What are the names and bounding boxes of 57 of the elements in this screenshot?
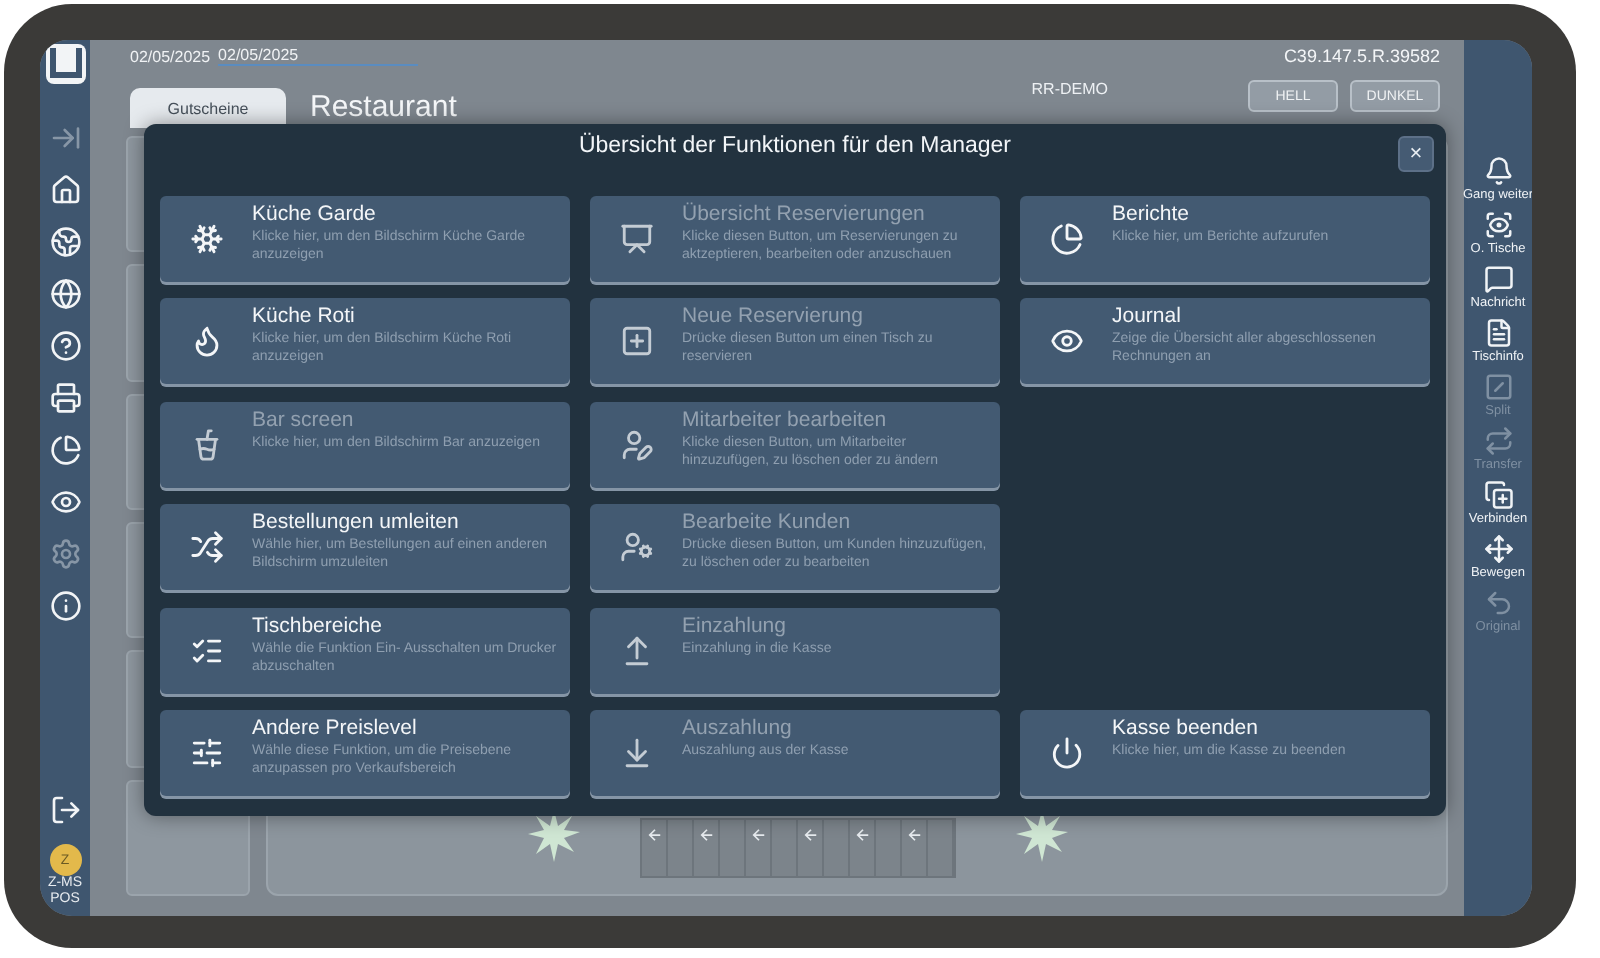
move-icon <box>1483 534 1513 564</box>
card-title: Journal <box>1112 304 1183 328</box>
slash-icon <box>1483 372 1513 402</box>
card-title: Bearbeite Kunden <box>682 510 853 534</box>
arrow-left-icon <box>855 828 869 842</box>
arrow-left-icon <box>751 828 765 842</box>
tab[interactable]: Gutscheine <box>130 88 286 128</box>
logout-icon[interactable] <box>49 794 81 826</box>
eye-icon[interactable] <box>49 486 81 518</box>
card-title: Kasse beenden <box>1112 716 1260 740</box>
dialog-title: Übersicht der Funktionen für den Manager <box>578 134 1012 159</box>
pie-chart-icon <box>1049 221 1083 255</box>
bell-icon <box>1483 156 1513 186</box>
copy-plus-icon <box>1483 480 1513 510</box>
date-from: 02/05/2025 <box>130 47 211 65</box>
snowflake-icon <box>189 221 223 255</box>
eye-icon <box>1483 210 1513 240</box>
help-icon[interactable] <box>49 330 81 362</box>
card-title: Andere Preislevel <box>252 716 419 740</box>
user-gear-icon <box>619 530 653 564</box>
close-button[interactable]: × <box>1398 136 1434 172</box>
card-title: Bar screen <box>252 407 356 431</box>
message-icon <box>1483 264 1513 294</box>
printer-icon[interactable] <box>49 382 81 414</box>
board-plus-icon <box>619 324 653 358</box>
arrow-left-icon <box>803 828 817 842</box>
card-title: Auszahlung <box>682 716 794 740</box>
board-icon <box>619 221 653 255</box>
globe-icon[interactable] <box>49 278 81 310</box>
site-name: RR-DEMO <box>1031 80 1108 98</box>
card-title: Tischbereiche <box>252 613 384 637</box>
arrow-left-icon <box>907 828 921 842</box>
starburst-icon <box>528 810 580 862</box>
card-title: Mitarbeiter bearbeiten <box>682 407 889 431</box>
undo-icon <box>1483 588 1513 618</box>
version-text: C39.147.5.R.39582 <box>1283 46 1440 66</box>
repeat-icon <box>1483 426 1513 456</box>
page-title: Restaurant <box>310 90 457 124</box>
card-title: Übersicht Reservierungen <box>682 201 927 225</box>
card-title: Neue Reservierung <box>682 304 865 328</box>
arrow-left-icon <box>647 828 661 842</box>
card-title: Berichte <box>1112 201 1192 225</box>
shuffle-icon <box>189 530 223 564</box>
home-icon[interactable] <box>49 174 81 206</box>
card-title: Küche Garde <box>252 201 378 225</box>
power-icon <box>1049 736 1083 770</box>
eye-icon <box>1049 324 1083 358</box>
card-title: Bestellungen umleiten <box>252 510 461 534</box>
user-pen-icon <box>619 427 653 461</box>
card-title: Küche Roti <box>252 304 357 328</box>
document-icon <box>1483 318 1513 348</box>
starburst-icon <box>1016 810 1068 862</box>
sliders-icon <box>189 736 223 770</box>
info-icon[interactable] <box>49 590 81 622</box>
card-title: Einzahlung <box>682 613 788 637</box>
arrow-left-icon <box>699 828 713 842</box>
pie-chart-icon[interactable] <box>49 434 81 466</box>
